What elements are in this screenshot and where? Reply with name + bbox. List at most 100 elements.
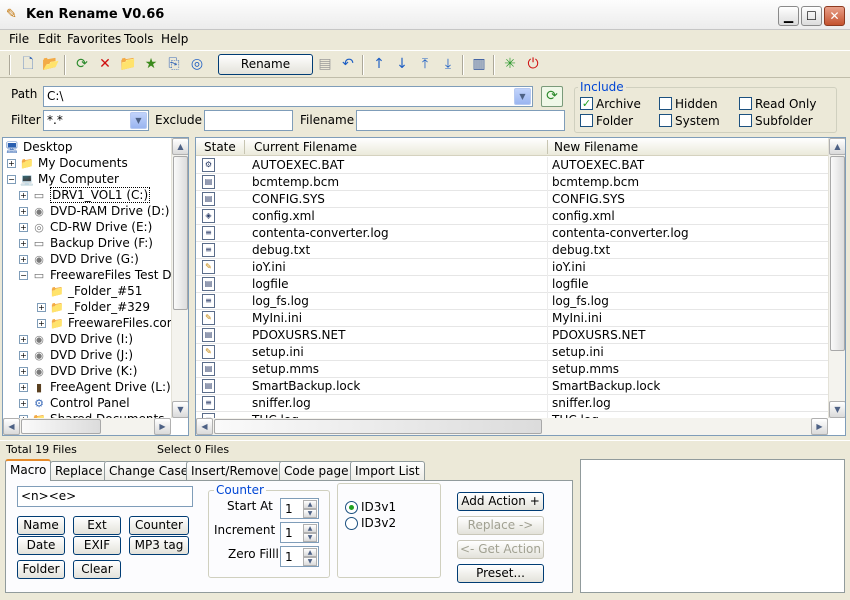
file-row[interactable]: ▤ logfile logfile xyxy=(196,276,828,293)
tree-item[interactable]: − ▭ FreewareFiles Test Dr xyxy=(19,267,176,283)
tree-item[interactable]: + ◉ DVD Drive (K:) xyxy=(19,363,137,379)
collapse-icon[interactable]: − xyxy=(19,271,28,280)
hidden-checkbox[interactable] xyxy=(659,97,672,110)
grid-icon[interactable]: ✳ xyxy=(501,55,519,73)
id3v2-radio[interactable] xyxy=(345,517,358,530)
tree-item[interactable]: + ◉ DVD Drive (J:) xyxy=(19,347,133,363)
expand-icon[interactable]: + xyxy=(19,351,28,360)
collapse-icon[interactable]: − xyxy=(7,175,16,184)
tree-item[interactable]: + ▮ FreeAgent Drive (L:) xyxy=(19,379,171,395)
expand-icon[interactable]: + xyxy=(19,367,28,376)
tree-vertical-scrollbar[interactable]: ▲ ▼ xyxy=(171,138,188,418)
expand-icon[interactable]: + xyxy=(19,335,28,344)
expand-icon[interactable]: + xyxy=(19,191,28,200)
spin-down-icon[interactable]: ▼ xyxy=(303,557,317,566)
tree-item[interactable]: + 📁 FreewareFiles.com xyxy=(37,315,178,331)
scroll-thumb[interactable] xyxy=(214,419,542,434)
file-row[interactable]: ✎ ioY.ini ioY.ini xyxy=(196,259,828,276)
file-row[interactable]: ≡ log_fs.log log_fs.log xyxy=(196,293,828,310)
path-combo[interactable]: C:\ ▼ xyxy=(43,86,533,107)
file-row[interactable]: ▤ SmartBackup.lock SmartBackup.lock xyxy=(196,378,828,395)
tab-import-list[interactable]: Import List xyxy=(350,461,425,480)
list-vertical-scrollbar[interactable]: ▲ ▼ xyxy=(828,138,845,418)
tree-item[interactable]: + ◉ DVD Drive (I:) xyxy=(19,331,133,347)
counter-button[interactable]: Counter xyxy=(129,516,189,535)
spin-down-icon[interactable]: ▼ xyxy=(303,533,317,542)
exif-button[interactable]: EXIF xyxy=(73,536,121,555)
read-only-checkbox[interactable] xyxy=(739,97,752,110)
file-row[interactable]: ≡ contenta-converter.log contenta-converte… xyxy=(196,225,828,242)
expand-icon[interactable]: + xyxy=(37,303,46,312)
column-new-filename[interactable]: New Filename xyxy=(554,140,638,154)
move-top-icon[interactable]: ⤒ xyxy=(416,55,434,73)
expand-icon[interactable]: + xyxy=(19,239,28,248)
expand-icon[interactable]: + xyxy=(19,223,28,232)
mp3-tag-button[interactable]: MP3 tag xyxy=(129,536,189,555)
file-row[interactable]: ▤ CONFIG.SYS CONFIG.SYS xyxy=(196,191,828,208)
file-list[interactable]: State Current Filename New Filename ⚙ AUT… xyxy=(195,137,846,436)
scroll-left-icon[interactable]: ◀ xyxy=(196,418,213,435)
options-icon[interactable]: ▥ xyxy=(470,55,488,73)
menu-favorites[interactable]: Favorites xyxy=(67,32,121,46)
name-button[interactable]: Name xyxy=(17,516,65,535)
favorites-star-icon[interactable]: ★ xyxy=(142,55,160,73)
archive-checkbox[interactable]: ✓ xyxy=(580,97,593,110)
add-action-button[interactable]: Add Action + xyxy=(457,492,544,511)
tab-change-case[interactable]: Change Case xyxy=(104,461,194,480)
tree-item[interactable]: + ◉ DVD Drive (G:) xyxy=(19,251,139,267)
spin-down-icon[interactable]: ▼ xyxy=(303,509,317,518)
stop-icon[interactable]: ◎ xyxy=(188,55,206,73)
properties-icon[interactable]: ▤ xyxy=(316,55,334,73)
exclude-input[interactable] xyxy=(204,110,293,131)
expand-icon[interactable]: + xyxy=(19,255,28,264)
scroll-thumb[interactable] xyxy=(173,156,188,310)
chevron-down-icon[interactable]: ▼ xyxy=(130,112,147,129)
tree-item[interactable]: + 📁 My Documents xyxy=(7,155,128,171)
tab-code-page[interactable]: Code page xyxy=(279,461,354,480)
column-current-filename[interactable]: Current Filename xyxy=(254,140,357,154)
tab-insert-remove[interactable]: Insert/Remove xyxy=(186,461,284,480)
scroll-down-icon[interactable]: ▼ xyxy=(829,401,845,418)
list-horizontal-scrollbar[interactable]: ◀ ▶ xyxy=(196,418,828,435)
system-checkbox[interactable] xyxy=(659,114,672,127)
column-divider[interactable] xyxy=(547,140,548,154)
date-button[interactable]: Date xyxy=(17,536,65,555)
move-down-icon[interactable]: ↓ xyxy=(393,55,411,73)
power-icon[interactable]: ⏻ xyxy=(524,55,542,73)
file-row[interactable]: ◈ config.xml config.xml xyxy=(196,208,828,225)
scroll-thumb[interactable] xyxy=(830,156,845,351)
tree-item[interactable]: + 📁 _Folder_#329 xyxy=(37,299,150,315)
menu-file[interactable]: File xyxy=(9,32,29,46)
tab-replace[interactable]: Replace xyxy=(50,461,108,480)
tree-item[interactable]: − 💻 My Computer xyxy=(7,171,119,187)
open-folder-icon[interactable]: 📂 xyxy=(42,55,60,73)
browse-folder-icon[interactable]: ⟳ xyxy=(541,86,563,107)
tab-macro[interactable]: Macro xyxy=(5,459,52,481)
menu-edit[interactable]: Edit xyxy=(38,32,61,46)
expand-icon[interactable]: + xyxy=(7,159,16,168)
file-row[interactable]: ▤ bcmtemp.bcm bcmtemp.bcm xyxy=(196,174,828,191)
tree-item[interactable]: 📁 _Folder_#51 xyxy=(37,283,142,299)
scroll-right-icon[interactable]: ▶ xyxy=(154,418,171,435)
clear-button[interactable]: Clear xyxy=(73,560,121,579)
expand-icon[interactable]: + xyxy=(19,399,28,408)
chevron-down-icon[interactable]: ▼ xyxy=(514,88,531,105)
scroll-right-icon[interactable]: ▶ xyxy=(811,418,828,435)
preset-button[interactable]: Preset... xyxy=(457,564,544,583)
spin-up-icon[interactable]: ▲ xyxy=(303,524,317,533)
maximize-button[interactable]: ☐ xyxy=(801,6,822,26)
move-bottom-icon[interactable]: ⤓ xyxy=(439,55,457,73)
refresh-icon[interactable]: ⟳ xyxy=(73,55,91,73)
id3v1-radio[interactable] xyxy=(345,501,358,514)
tree-item[interactable]: 🖥 Desktop xyxy=(5,139,72,155)
zero-fill-spinner[interactable]: 1 ▲ ▼ xyxy=(280,546,319,567)
increment-spinner[interactable]: 1 ▲ ▼ xyxy=(280,522,319,543)
folder-checkbox[interactable] xyxy=(580,114,593,127)
expand-icon[interactable]: + xyxy=(37,319,46,328)
file-row[interactable]: ⚙ AUTOEXEC.BAT AUTOEXEC.BAT xyxy=(196,157,828,174)
scroll-up-icon[interactable]: ▲ xyxy=(829,138,845,155)
new-icon[interactable]: 🗋 xyxy=(19,55,37,73)
expand-icon[interactable]: + xyxy=(19,207,28,216)
file-row[interactable]: ▤ PDOXUSRS.NET PDOXUSRS.NET xyxy=(196,327,828,344)
column-divider[interactable] xyxy=(244,140,245,154)
